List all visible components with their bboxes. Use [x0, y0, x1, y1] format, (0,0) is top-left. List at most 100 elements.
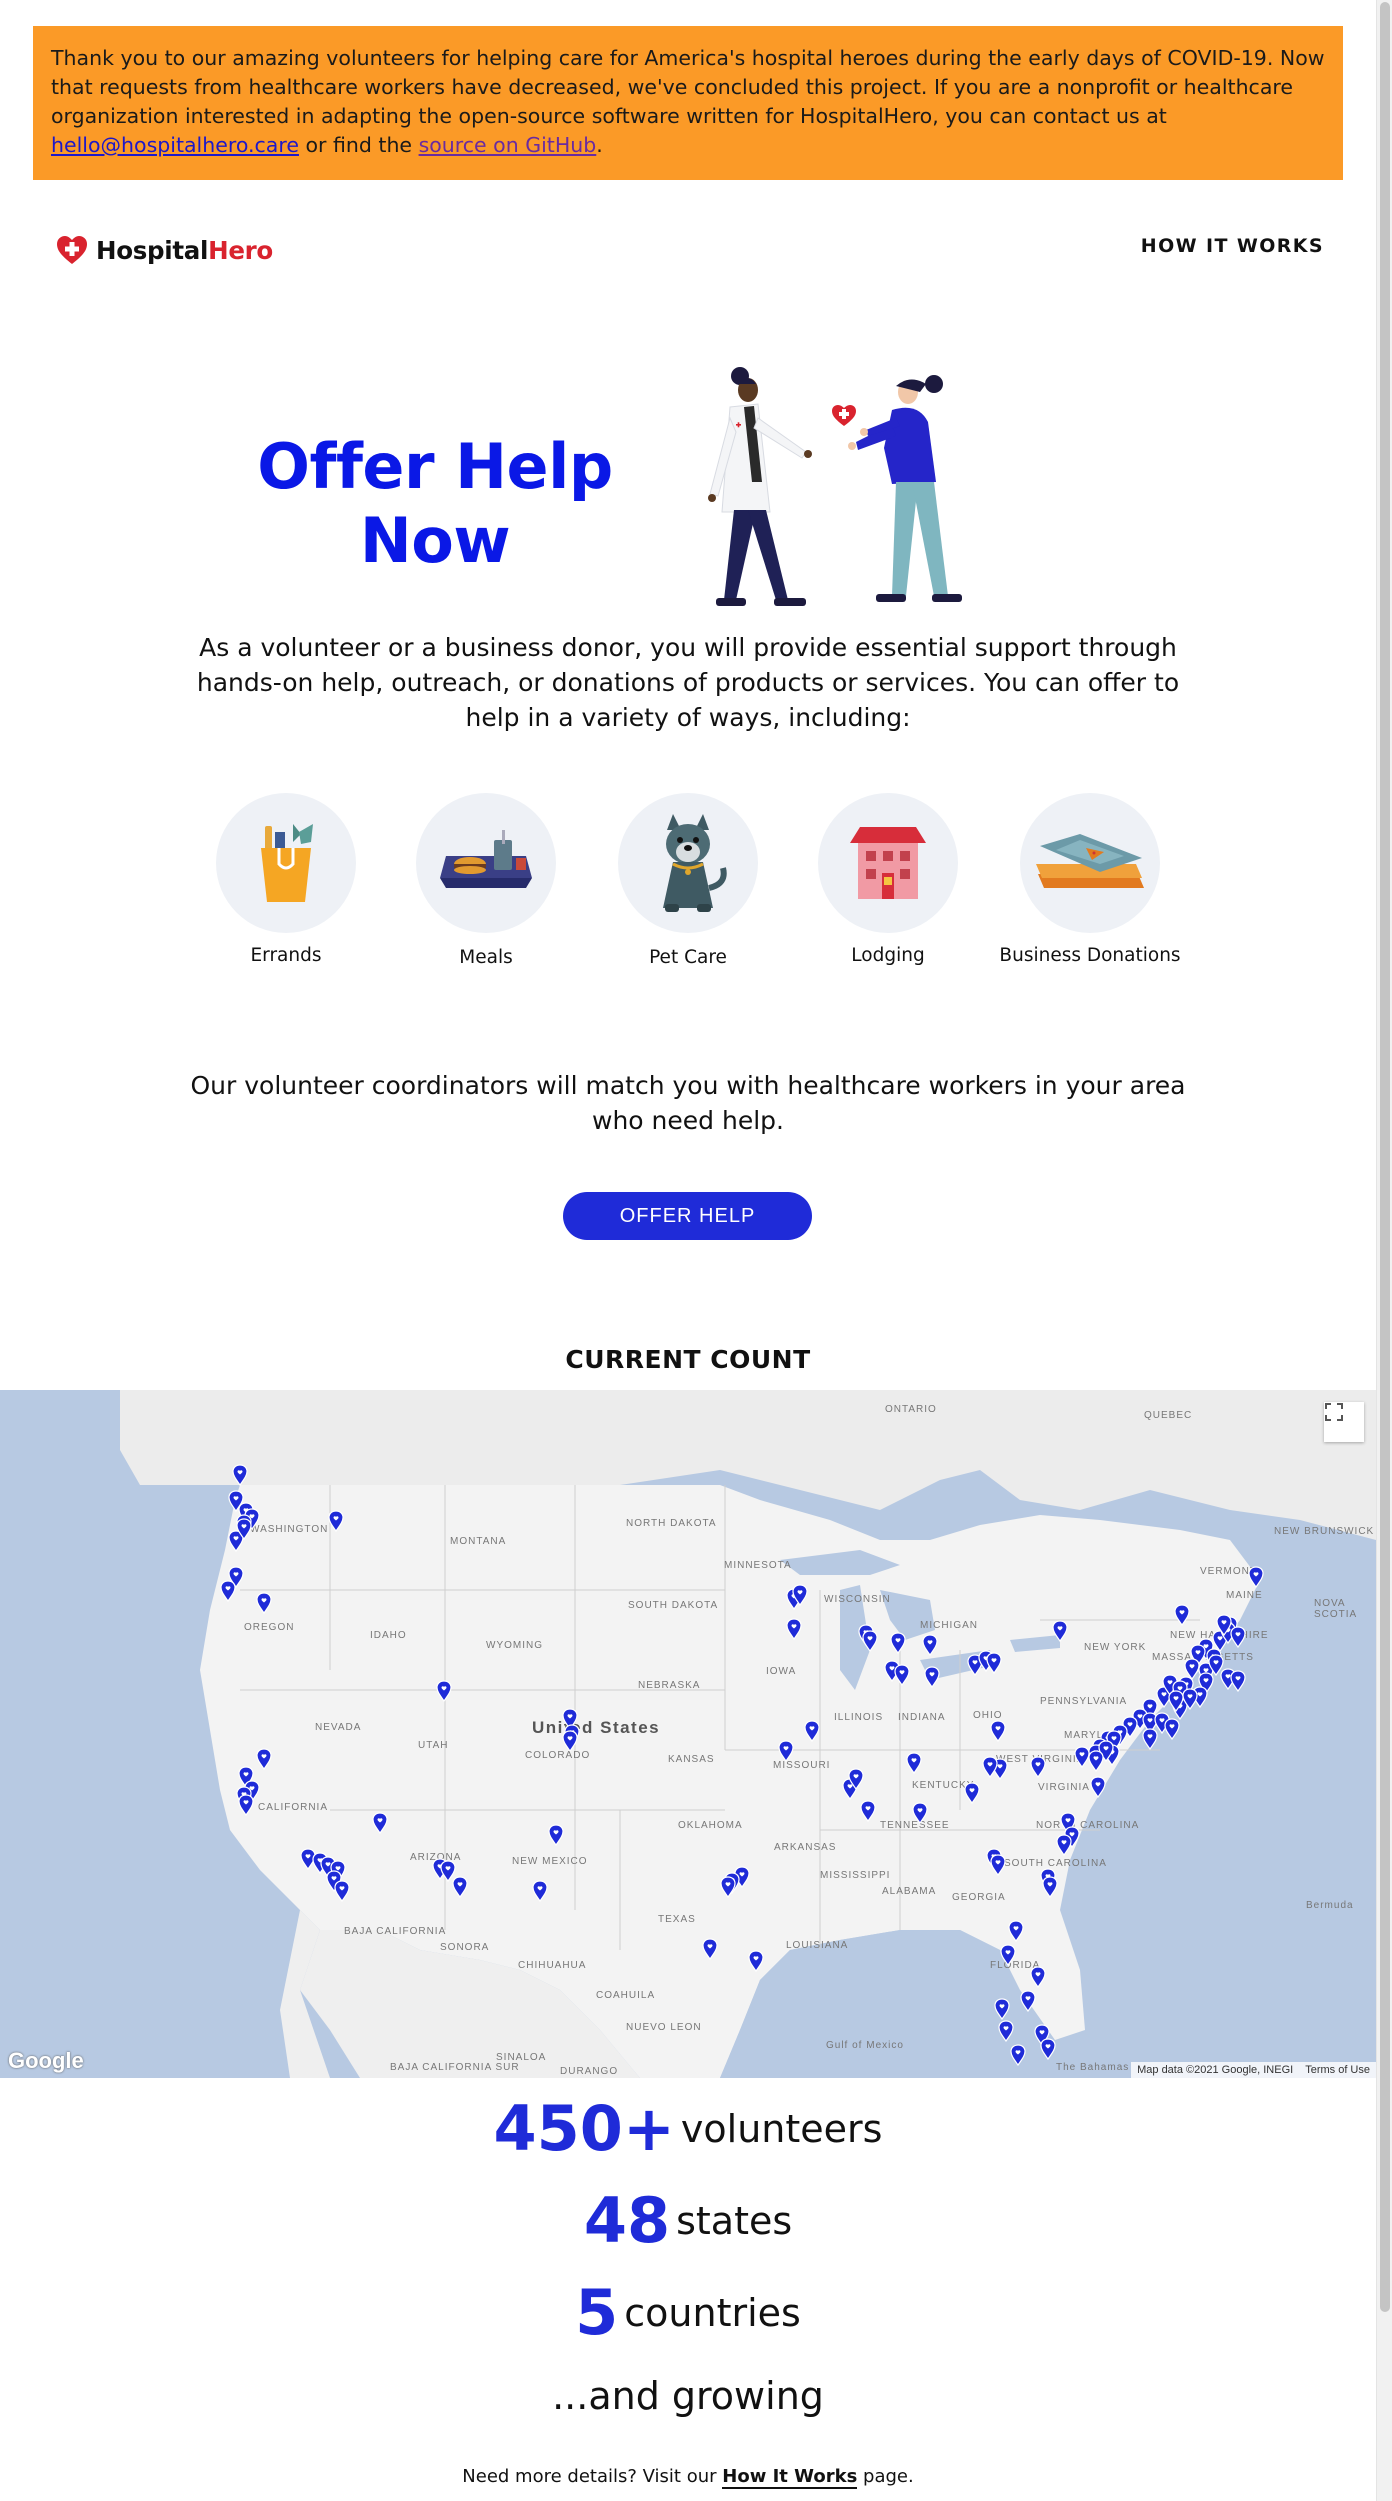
current-count-heading: CURRENT COUNT: [565, 1345, 811, 1374]
map-marker-icon[interactable]: [804, 1720, 820, 1742]
map-marker-icon[interactable]: [848, 1768, 864, 1790]
map-marker-icon[interactable]: [452, 1876, 468, 1898]
volunteer-map[interactable]: ONTARIO QUEBEC WASHINGTON MONTANA NORTH …: [0, 1390, 1376, 2078]
logo-text-hero: Hero: [208, 235, 273, 265]
map-label: GEORGIA: [952, 1892, 1006, 1903]
email-link[interactable]: hello@hospitalhero.care: [51, 133, 299, 157]
category-label: Meals: [459, 947, 513, 968]
stat-number: 450+: [493, 2092, 675, 2165]
map-marker-icon[interactable]: [860, 1800, 876, 1822]
map-label: NORTH DAKOTA: [626, 1518, 717, 1529]
map-label: INDIANA: [898, 1712, 946, 1723]
map-marker-icon[interactable]: [334, 1880, 350, 1902]
map-marker-icon[interactable]: [890, 1632, 906, 1654]
map-label: Gulf of Mexico: [826, 2040, 904, 2051]
map-country-label: United States: [532, 1718, 661, 1737]
map-label: NEW YORK: [1084, 1642, 1147, 1653]
business-donations-circle: [1020, 793, 1160, 933]
grocery-bag-icon: [261, 824, 313, 902]
category-label: Errands: [250, 945, 322, 966]
map-marker-icon[interactable]: [256, 1748, 272, 1770]
map-marker-icon[interactable]: [1030, 1756, 1046, 1778]
map-marker-icon[interactable]: [1090, 1776, 1106, 1798]
map-marker-icon[interactable]: [1010, 2044, 1026, 2066]
scrollbar[interactable]: [1376, 0, 1392, 2501]
map-marker-icon[interactable]: [994, 1998, 1010, 2020]
map-label: ILLINOIS: [834, 1712, 884, 1723]
map-label: NEW BRUNSWICK: [1274, 1526, 1375, 1537]
map-marker-icon[interactable]: [924, 1666, 940, 1688]
map-marker-icon[interactable]: [372, 1812, 388, 1834]
map-marker-icon[interactable]: [1230, 1626, 1246, 1648]
map-marker-icon[interactable]: [1056, 1834, 1072, 1856]
map-marker-icon[interactable]: [532, 1880, 548, 1902]
map-marker-icon[interactable]: [256, 1592, 272, 1614]
pet-care-circle: [618, 793, 758, 933]
map-marker-icon[interactable]: [1230, 1670, 1246, 1692]
map-marker-icon[interactable]: [562, 1730, 578, 1752]
map-marker-icon[interactable]: [986, 1652, 1002, 1674]
google-logo[interactable]: Google: [8, 2048, 84, 2074]
map-marker-icon[interactable]: [1008, 1920, 1024, 1942]
map-marker-icon[interactable]: [1182, 1688, 1198, 1710]
map-marker-icon[interactable]: [1142, 1728, 1158, 1750]
map-label: ARKANSAS: [774, 1842, 837, 1853]
offer-help-button[interactable]: OFFER HELP: [563, 1192, 812, 1240]
terms-link[interactable]: Terms of Use: [1305, 2064, 1370, 2076]
hero-title: Offer Help Now: [257, 430, 613, 577]
map-marker-icon[interactable]: [922, 1634, 938, 1656]
category-lodging: Lodging: [778, 793, 998, 966]
map-marker-icon[interactable]: [1020, 1990, 1036, 2012]
map-marker-icon[interactable]: [982, 1756, 998, 1778]
map-marker-icon[interactable]: [894, 1664, 910, 1686]
map-marker-icon[interactable]: [1248, 1566, 1264, 1588]
map-marker-icon[interactable]: [1042, 1876, 1058, 1898]
map-marker-icon[interactable]: [998, 2020, 1014, 2042]
map-marker-icon[interactable]: [990, 1854, 1006, 1876]
map-marker-icon[interactable]: [748, 1950, 764, 1972]
map-marker-icon[interactable]: [990, 1720, 1006, 1742]
map-marker-icon[interactable]: [862, 1630, 878, 1652]
map-marker-icon[interactable]: [1168, 1690, 1184, 1712]
scrollbar-thumb[interactable]: [1380, 2, 1390, 2312]
map-marker-icon[interactable]: [1164, 1718, 1180, 1740]
map-label: WYOMING: [486, 1640, 543, 1651]
map-marker-icon[interactable]: [1052, 1620, 1068, 1642]
nav-how-it-works[interactable]: HOW IT WORKS: [1141, 235, 1324, 257]
map-marker-icon[interactable]: [238, 1794, 254, 1816]
site-logo[interactable]: HospitalHero: [56, 232, 273, 268]
map-marker-icon[interactable]: [220, 1580, 236, 1602]
map-label: KANSAS: [668, 1754, 715, 1765]
map-marker-icon[interactable]: [548, 1824, 564, 1846]
map-marker-icon[interactable]: [1000, 1944, 1016, 1966]
github-link[interactable]: source on GitHub: [419, 133, 597, 157]
map-marker-icon[interactable]: [1088, 1750, 1104, 1772]
map-marker-icon[interactable]: [964, 1782, 980, 1804]
map-marker-icon[interactable]: [912, 1802, 928, 1824]
banner-text: Thank you to our amazing volunteers for …: [51, 46, 1325, 128]
map-label: OKLAHOMA: [678, 1820, 743, 1831]
fullscreen-button[interactable]: [1324, 1402, 1364, 1442]
map-marker-icon[interactable]: [1174, 1604, 1190, 1626]
stat-word: countries: [624, 2290, 801, 2335]
map-marker-icon[interactable]: [236, 1518, 252, 1540]
map-label: DURANGO: [560, 2066, 619, 2077]
map-label: MICHIGAN: [920, 1620, 978, 1631]
map-marker-icon[interactable]: [1030, 1966, 1046, 1988]
map-marker-icon[interactable]: [328, 1510, 344, 1532]
map-marker-icon[interactable]: [1216, 1614, 1232, 1636]
map-marker-icon[interactable]: [702, 1938, 718, 1960]
map-marker-icon[interactable]: [436, 1680, 452, 1702]
map-marker-icon[interactable]: [786, 1618, 802, 1640]
map-label: The Bahamas: [1056, 2062, 1130, 2073]
map-label: COAHUILA: [596, 1990, 656, 2001]
map-marker-icon[interactable]: [778, 1740, 794, 1762]
stat-number: 48: [583, 2184, 671, 2257]
dog-icon: [663, 814, 727, 912]
map-marker-icon[interactable]: [792, 1584, 808, 1606]
map-marker-icon[interactable]: [232, 1464, 248, 1486]
map-marker-icon[interactable]: [720, 1876, 736, 1898]
map-marker-icon[interactable]: [1040, 2038, 1056, 2060]
how-it-works-link[interactable]: How It Works: [722, 2466, 858, 2489]
map-marker-icon[interactable]: [906, 1752, 922, 1774]
